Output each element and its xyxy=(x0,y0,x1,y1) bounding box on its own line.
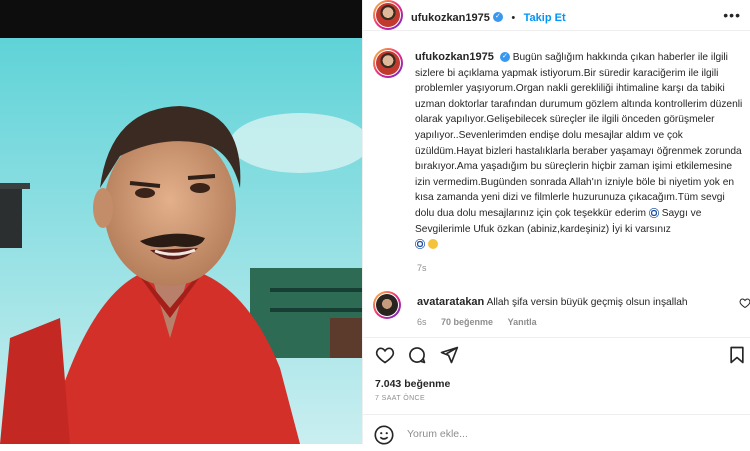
post-header: ufukozkan1975 ✓ • Takip Et ••• xyxy=(363,0,750,31)
nazar-eye-icon xyxy=(648,208,659,219)
comment-input[interactable]: Yorum ekle... xyxy=(407,428,468,440)
nazar-eye-icon xyxy=(415,239,425,250)
action-bar xyxy=(375,345,745,367)
divider xyxy=(363,414,750,415)
comment-age: 6s xyxy=(417,317,427,327)
caption-age: 7s xyxy=(417,263,427,273)
commenter-username[interactable]: avataratakan xyxy=(417,296,484,308)
caption-avatar[interactable] xyxy=(373,48,403,78)
post-media[interactable] xyxy=(0,0,362,444)
heart-icon[interactable] xyxy=(375,345,395,365)
reply-button[interactable]: Yanıtla xyxy=(508,317,537,327)
separator-dot: • xyxy=(511,12,516,24)
more-options-icon[interactable]: ••• xyxy=(723,7,741,23)
post-photo xyxy=(0,38,362,444)
post-time: 7 SAAT ÖNCE xyxy=(375,395,426,402)
hugging-face-icon xyxy=(427,239,438,250)
comment-like-icon[interactable] xyxy=(739,297,750,309)
post-details-panel: ufukozkan1975 ✓ • Takip Et ••• ufukozkan1… xyxy=(362,0,750,445)
caption-text: Bugün sağlığım hakkında çıkan haberler i… xyxy=(415,52,743,219)
emoji-icon[interactable] xyxy=(373,424,395,446)
verified-badge-icon: ✓ xyxy=(492,11,503,22)
media-top-bar xyxy=(0,0,362,38)
comment-text: Allah şifa versin büyük geçmiş olsun inş… xyxy=(486,297,688,308)
follow-button[interactable]: Takip Et xyxy=(524,12,566,24)
save-icon[interactable] xyxy=(727,345,747,365)
commenter-avatar[interactable] xyxy=(373,291,401,319)
add-comment-bar: Yorum ekle... xyxy=(373,424,468,451)
post-caption: ufukozkan1975 ✓ Bugün sağlığım hakkında ç… xyxy=(415,50,745,253)
comment-icon[interactable] xyxy=(407,345,427,365)
verified-badge-icon: ✓ xyxy=(499,52,510,63)
comment-likes[interactable]: 70 beğenme xyxy=(441,317,493,327)
caption-username[interactable]: ufukozkan1975 xyxy=(415,51,494,63)
author-username[interactable]: ufukozkan1975 xyxy=(411,12,490,24)
likes-count[interactable]: 7.043 beğenme xyxy=(375,378,450,390)
divider xyxy=(363,337,750,338)
author-avatar[interactable] xyxy=(373,0,403,30)
share-icon[interactable] xyxy=(439,345,459,365)
